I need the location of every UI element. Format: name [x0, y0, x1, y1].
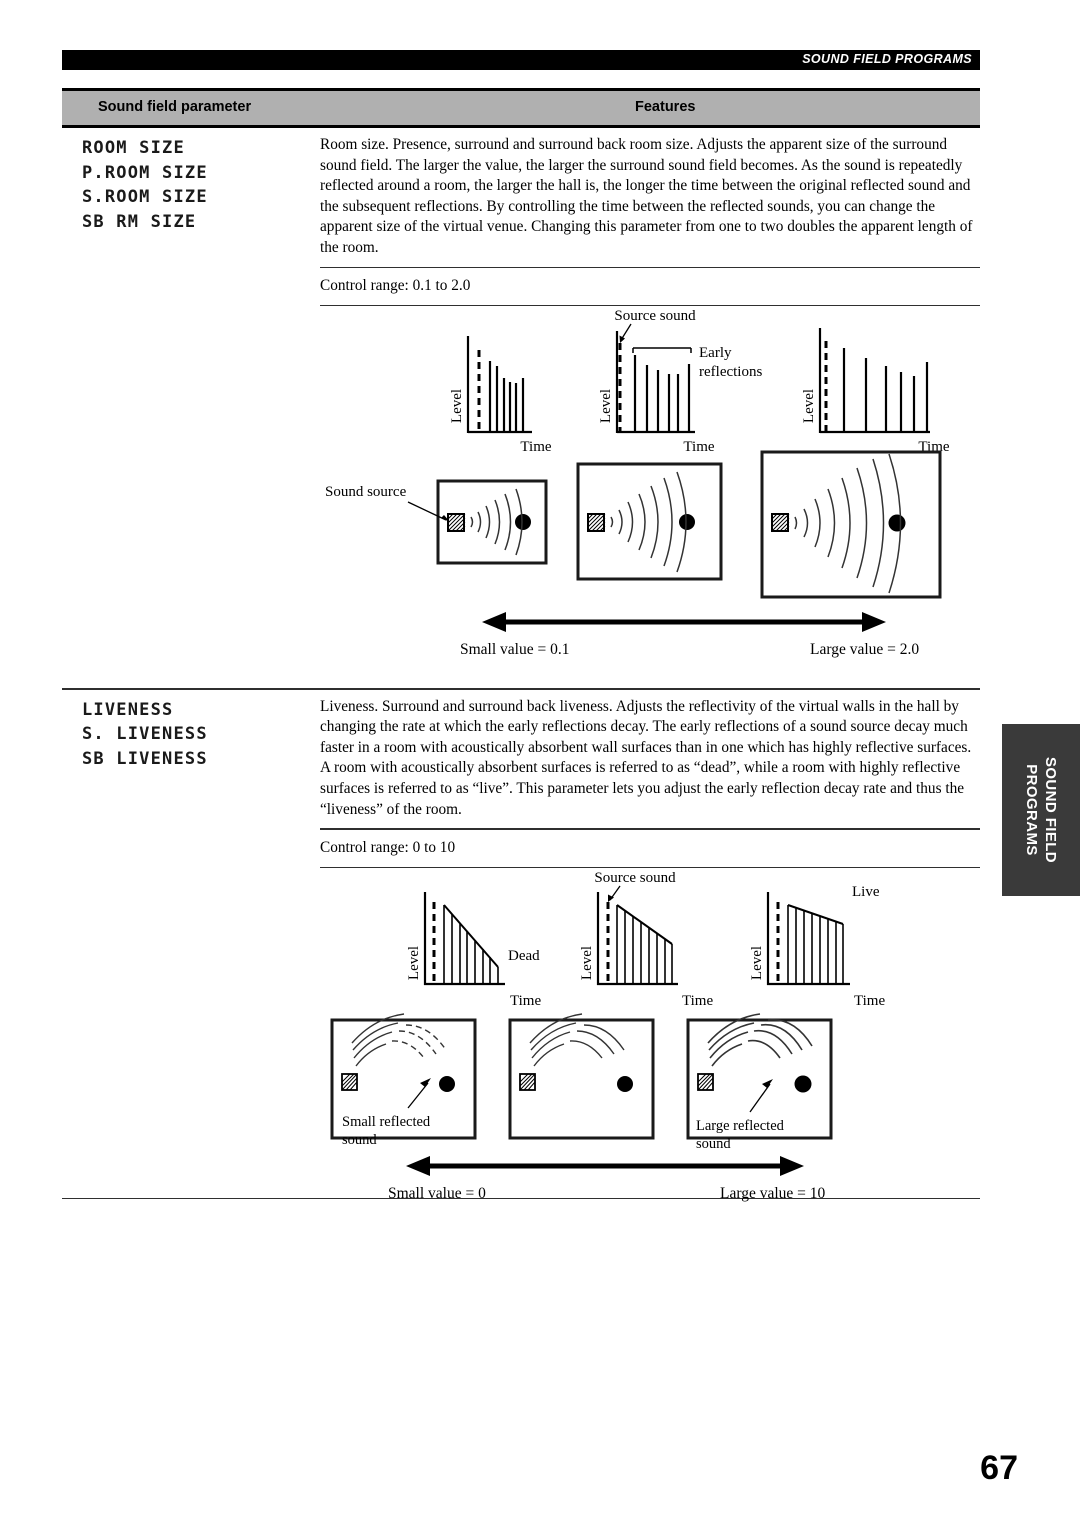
side-tab-line1: SOUND FIELD — [1042, 756, 1059, 864]
callout-source-sound: Source sound — [594, 870, 676, 886]
impulse-plot-medium: Level Time Source sound Early reflection… — [598, 308, 762, 455]
liveness-figure: Level Time Dead Level Time Source sound … — [320, 868, 980, 1243]
room-size-figure: Level Time Level Time Source sound Early… — [320, 306, 980, 706]
page-number: 67 — [980, 1449, 1018, 1487]
scale-label-large: Large value = 10 — [720, 1185, 826, 1202]
room-box-large — [760, 450, 942, 599]
axis-label-level: Level — [749, 946, 765, 980]
table-header-row: Sound field parameter Features — [62, 91, 980, 125]
parameter-name: P.ROOM SIZE — [82, 162, 208, 183]
label-live: Live — [852, 884, 880, 900]
axis-label-time: Time — [683, 439, 714, 455]
parameter-name-list: ROOM SIZE P.ROOM SIZE S.ROOM SIZE SB RM … — [82, 136, 332, 234]
table-header-features: Features — [635, 99, 696, 115]
label-large-reflected-2: sound — [696, 1136, 731, 1152]
axis-label-level: Level — [579, 946, 595, 980]
axis-label-level: Level — [801, 389, 817, 423]
parameter-name: S.ROOM SIZE — [82, 187, 208, 207]
axis-label-time: Time — [520, 439, 551, 455]
callout-early-line1: Early — [699, 345, 732, 361]
callout-source-sound: Source sound — [614, 308, 696, 324]
parameter-name: LIVENESS — [82, 699, 174, 720]
room-box-medium — [576, 462, 723, 581]
value-scale-arrow: Small value = 0 Large value = 10 — [388, 1155, 826, 1202]
label-small-reflected-1: Small reflected — [342, 1114, 431, 1130]
side-tab-label: SOUND FIELD PROGRAMS — [1022, 757, 1060, 863]
side-tab-line2: PROGRAMS — [1023, 764, 1040, 856]
reflection-box-large: Large reflected sound — [686, 1013, 833, 1152]
room-size-diagram: Level Time Level Time Source sound Early… — [325, 308, 950, 658]
impulse-plot-large: Level Time — [801, 328, 950, 455]
feature-description: Liveness. Surround and surround back liv… — [320, 697, 972, 818]
axis-label-level: Level — [406, 946, 422, 980]
running-head-bar: SOUND FIELD PROGRAMS — [62, 50, 980, 70]
impulse-plot-small: Level Time — [449, 336, 552, 455]
label-small-reflected-2: sound — [342, 1132, 377, 1148]
axis-label-level: Level — [449, 389, 465, 423]
axis-label-time: Time — [510, 993, 541, 1009]
callout-sound-source: Sound source — [325, 484, 407, 500]
manual-page: SOUND FIELD PROGRAMS Sound field paramet… — [0, 0, 1080, 1526]
parameters-table: Sound field parameter Features ROOM SIZE… — [62, 88, 980, 1202]
label-dead: Dead — [508, 948, 540, 964]
running-head-label: SOUND FIELD PROGRAMS — [802, 52, 972, 66]
parameter-name: ROOM SIZE — [82, 138, 185, 158]
label-large-reflected-1: Large reflected — [696, 1118, 785, 1134]
parameter-name: S. LIVENESS — [82, 724, 208, 745]
control-range: Control range: 0 to 10 — [320, 838, 456, 856]
table-row: ROOM SIZE P.ROOM SIZE S.ROOM SIZE SB RM … — [62, 128, 980, 688]
callout-early-line2: reflections — [699, 364, 762, 380]
decay-plot-live: Level Time Live — [749, 884, 885, 1009]
reflection-box-small: Small reflected sound — [330, 1013, 477, 1148]
room-box-small: Sound source — [325, 479, 548, 565]
scale-label-large: Large value = 2.0 — [810, 641, 919, 658]
scale-label-small: Small value = 0.1 — [460, 641, 569, 658]
scale-label-small: Small value = 0 — [388, 1185, 486, 1202]
control-range: Control range: 0.1 to 2.0 — [320, 276, 471, 294]
parameter-name-list: LIVENESS S. LIVENESS SB LIVENESS — [82, 698, 332, 772]
feature-description: Room size. Presence, surround and surrou… — [320, 136, 973, 256]
parameter-name: SB LIVENESS — [82, 748, 208, 769]
table-row: LIVENESS S. LIVENESS SB LIVENESS Livenes… — [62, 690, 980, 1202]
table-header-parameter: Sound field parameter — [98, 99, 252, 115]
reflection-box-medium — [508, 1013, 655, 1140]
value-scale-arrow: Small value = 0.1 Large value = 2.0 — [460, 612, 919, 658]
decay-plot-dead: Level Time Dead — [406, 891, 541, 1009]
parameter-name: SB RM SIZE — [82, 211, 197, 232]
axis-label-time: Time — [682, 993, 713, 1009]
liveness-diagram: Level Time Dead Level Time Source sound … — [330, 870, 885, 1202]
axis-label-level: Level — [598, 389, 614, 423]
axis-label-time: Time — [854, 993, 885, 1009]
side-tab-sound-field-programs[interactable]: SOUND FIELD PROGRAMS — [1002, 724, 1080, 896]
decay-plot-medium: Level Time Source sound — [579, 870, 713, 1009]
